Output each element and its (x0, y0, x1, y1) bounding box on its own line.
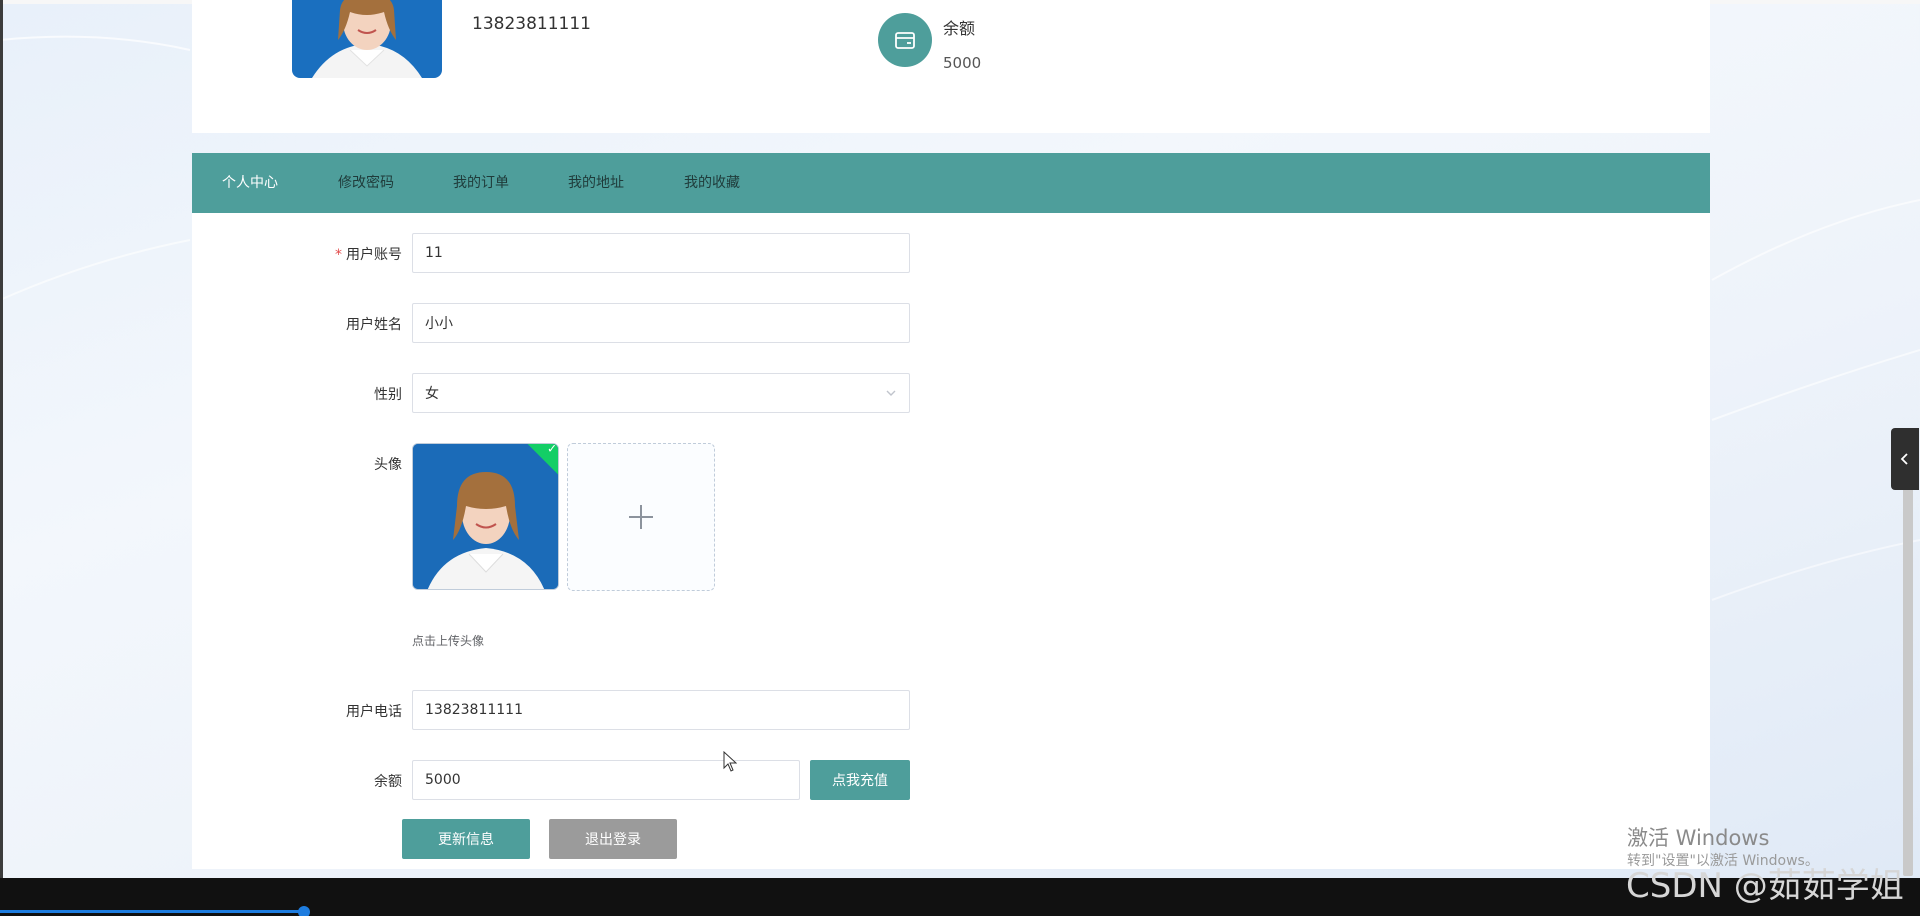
balance-input[interactable] (412, 760, 800, 800)
avatar-upload-hint: 点击上传头像 (412, 634, 485, 648)
account-input[interactable] (412, 233, 910, 273)
gender-select[interactable]: 女 (412, 373, 910, 413)
plus-icon (629, 505, 653, 529)
balance-label: 余额 (374, 774, 402, 790)
account-label: * 用户账号 (282, 244, 402, 264)
profile-nav: 个人中心 修改密码 我的订单 我的地址 我的收藏 (192, 153, 1710, 213)
scrollbar-thumb[interactable] (1903, 470, 1913, 876)
windows-activation-title: 激活 Windows (1627, 826, 1770, 850)
phone-label: 用户电话 (346, 704, 402, 720)
tab-change-password[interactable]: 修改密码 (338, 153, 394, 213)
balance-badge (878, 13, 932, 67)
recharge-button[interactable]: 点我充值 (810, 760, 910, 800)
playback-progress[interactable] (0, 910, 305, 913)
balance-title: 余额 (943, 19, 976, 38)
name-label: 用户姓名 (346, 317, 402, 333)
chevron-left-icon (1900, 453, 1908, 465)
update-info-button[interactable]: 更新信息 (402, 819, 530, 859)
check-icon: ✓ (546, 443, 558, 456)
tab-my-address[interactable]: 我的地址 (568, 153, 624, 213)
avatar-photo-icon (292, 0, 442, 78)
tab-my-favorites[interactable]: 我的收藏 (684, 153, 740, 213)
profile-form: *用户账号 用户姓名 性别 女 头像 ✓ 点击上传头像 用户电话 余额 (192, 213, 1710, 869)
balance-value: 5000 (943, 54, 982, 72)
chevron-down-icon (886, 390, 896, 396)
csdn-watermark: CSDN @茹茹学姐 (1626, 866, 1904, 906)
tab-my-orders[interactable]: 我的订单 (453, 153, 509, 213)
mouse-cursor-icon (723, 751, 737, 772)
gender-label: 性别 (374, 387, 402, 403)
avatar-label: 头像 (374, 457, 402, 473)
side-panel-toggle[interactable] (1891, 428, 1919, 490)
logout-button[interactable]: 退出登录 (549, 819, 677, 859)
gender-value: 女 (425, 386, 439, 402)
avatar-photo-icon (413, 444, 558, 589)
account-label-text: 用户账号 (346, 247, 402, 263)
playback-progress-handle[interactable] (298, 906, 310, 916)
window-left-edge (0, 0, 3, 878)
profile-phone: 13823811111 (472, 14, 591, 34)
avatar-upload-thumbnail[interactable]: ✓ (412, 443, 559, 590)
tab-personal-center[interactable]: 个人中心 (222, 153, 278, 213)
required-mark: * (335, 247, 342, 263)
name-input[interactable] (412, 303, 910, 343)
phone-input[interactable] (412, 690, 910, 730)
wallet-icon (895, 32, 915, 49)
avatar (292, 0, 442, 78)
avatar-upload-button[interactable] (567, 443, 715, 591)
